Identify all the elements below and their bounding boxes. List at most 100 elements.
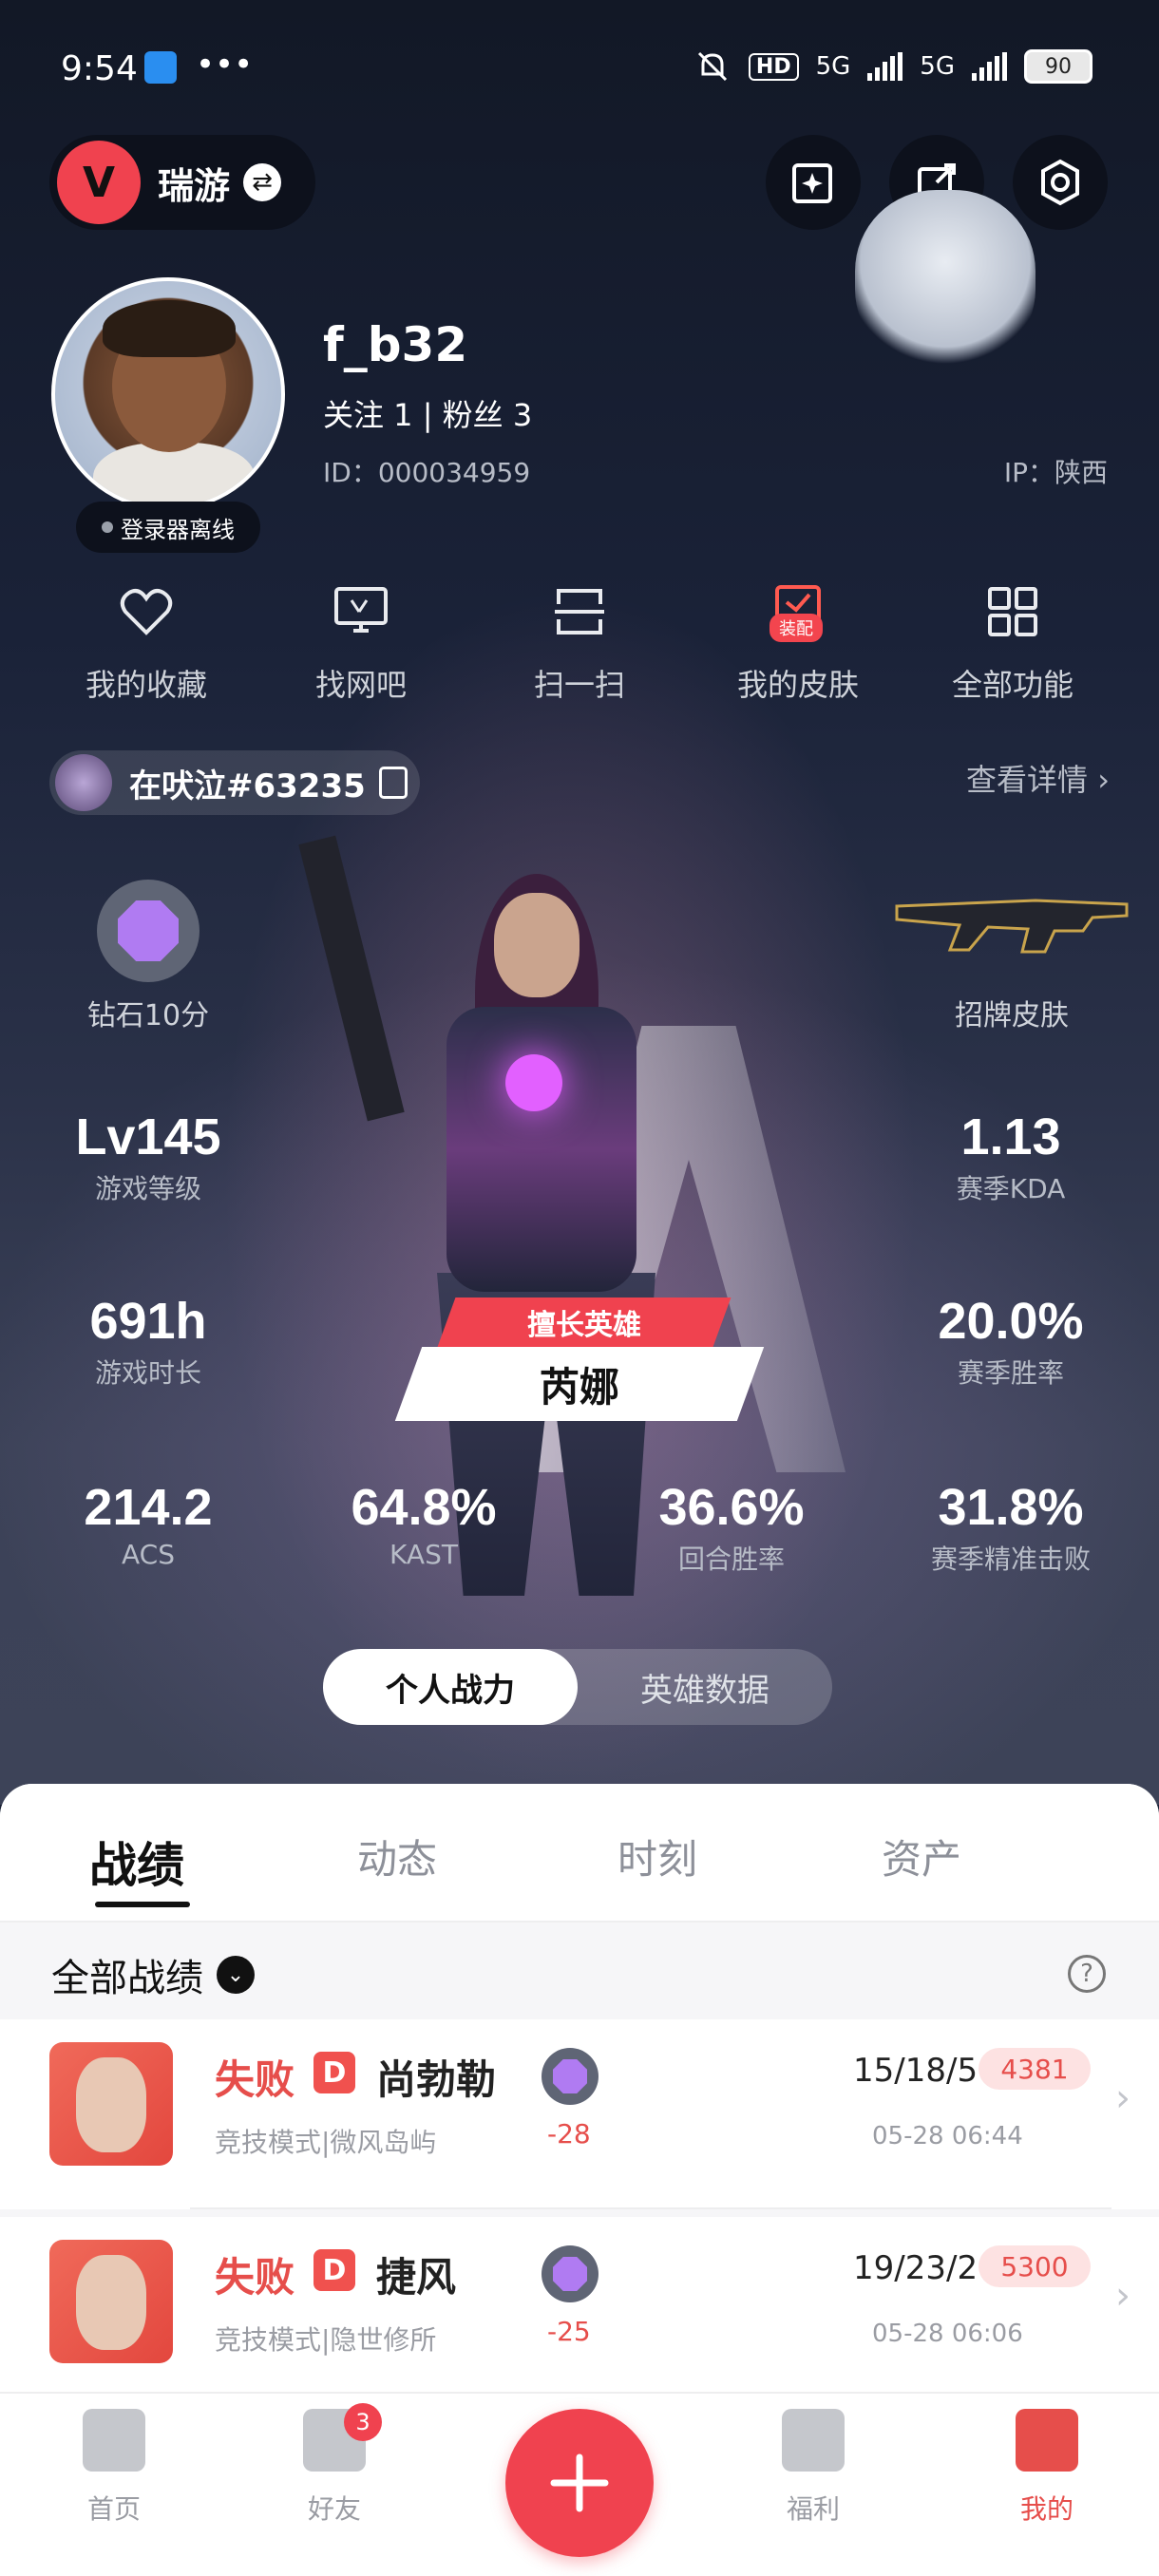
ip-location: IP：陕西: [1003, 457, 1108, 488]
chevron-down-icon: ⌄: [217, 1956, 255, 1994]
nav-label: 我的: [1019, 2493, 1074, 2525]
tab-moments[interactable]: 时刻: [618, 1828, 697, 1885]
battery-icon: 90: [1024, 49, 1092, 84]
nav-friends[interactable]: 3 好友: [258, 2403, 410, 2527]
stat-level: Lv145 游戏等级: [25, 1108, 272, 1206]
tab-activity[interactable]: 动态: [357, 1828, 437, 1885]
match-kda: 15/18/5: [853, 2052, 978, 2090]
stat-value: 691h: [89, 1293, 207, 1350]
quick-action-scan[interactable]: 扫一扫: [475, 583, 684, 705]
match-score: 5300: [978, 2245, 1091, 2287]
create-post-button[interactable]: [505, 2409, 654, 2557]
match-mode-map: 竞技模式|隐世修所: [215, 2324, 437, 2356]
quick-action-my-skins[interactable]: 装配 我的皮肤: [694, 583, 902, 705]
gift-icon: [782, 2409, 845, 2472]
quick-action-all-features[interactable]: 全部功能: [908, 583, 1117, 705]
quick-action-label: 我的收藏: [85, 667, 207, 703]
riot-account-pill[interactable]: 在吠泣#63235: [49, 750, 420, 815]
rank-icon: [542, 2245, 598, 2302]
featured-skin-label: 招牌皮肤: [955, 999, 1069, 1032]
stat-value: 36.6%: [658, 1479, 805, 1536]
rank-delta: -28: [547, 2118, 591, 2150]
quick-action-find-cafe[interactable]: 找网吧: [256, 583, 466, 705]
stat-label: 赛季精准击败: [930, 1544, 1091, 1575]
chevron-right-icon: ›: [1115, 2274, 1130, 2318]
stat-label: 赛季胜率: [957, 1357, 1064, 1389]
rifle-skin-icon[interactable]: [893, 893, 1130, 956]
skin-icon: 装配: [770, 583, 826, 642]
help-icon[interactable]: ?: [1068, 1955, 1106, 1993]
avatar-hair: [103, 300, 236, 357]
filter-label: 全部战绩: [51, 1957, 203, 2000]
match-time: 05-28 06:44: [872, 2122, 1023, 2150]
nav-home[interactable]: 首页: [38, 2409, 190, 2527]
offline-dot-icon: [102, 521, 113, 533]
equip-badge: 装配: [770, 614, 823, 642]
stat-value: 64.8%: [351, 1479, 497, 1536]
agent-portrait: [49, 2240, 173, 2363]
profile-icon: [1016, 2409, 1078, 2472]
defeat-tag: D: [314, 2052, 355, 2093]
stat-value: 1.13: [960, 1108, 1061, 1165]
nav-mine[interactable]: 我的: [971, 2409, 1123, 2527]
settings-button[interactable]: [1013, 135, 1108, 230]
app-switcher[interactable]: V 瑞游 ⇄: [49, 135, 315, 230]
network-type-2: 5G: [920, 52, 955, 81]
match-agent: 捷风: [376, 2254, 457, 2301]
quick-action-label: 扫一扫: [533, 667, 625, 703]
stats-view-toggle: 个人战力 英雄数据: [323, 1649, 832, 1725]
status-bar: 9:54 ••• HD 5G 5G 90: [0, 0, 1159, 133]
scan-icon: [551, 583, 608, 640]
agent-portrait: [49, 2042, 173, 2166]
quick-action-label: 我的皮肤: [736, 667, 859, 703]
match-time: 05-28 06:06: [872, 2320, 1023, 2348]
quick-action-label: 找网吧: [314, 667, 407, 703]
agent-head: [494, 893, 580, 997]
stat-label: 游戏时长: [94, 1357, 201, 1389]
best-agent-tag-text: 擅长英雄: [527, 1309, 641, 1342]
copy-icon[interactable]: [378, 767, 408, 799]
records-filter[interactable]: 全部战绩 ⌄: [51, 1947, 255, 2002]
agent-rifle: [298, 835, 405, 1122]
best-agent-tag: 擅长英雄: [437, 1297, 732, 1347]
follow-counts[interactable]: 关注 1 | 粉丝 3: [323, 391, 532, 435]
username: f_b32: [323, 317, 468, 372]
home-icon: [83, 2409, 145, 2472]
match-row[interactable]: 失败 D 捷风 竞技模式|隐世修所 -25 19/23/2 5300 05-28…: [0, 2217, 1159, 2407]
rank-badge[interactable]: [97, 880, 200, 982]
toggle-agent-data[interactable]: 英雄数据: [578, 1649, 832, 1725]
match-kda: 19/23/2: [853, 2249, 978, 2287]
rank-label: 钻石10分: [86, 999, 210, 1032]
stat-label: ACS: [122, 1539, 175, 1570]
notification-app-icon: [144, 51, 177, 84]
user-avatar[interactable]: [51, 277, 285, 511]
stat-round-winrate: 36.6% 回合胜率: [608, 1478, 855, 1577]
heart-icon: [118, 583, 175, 640]
tab-assets[interactable]: 资产: [882, 1828, 961, 1885]
grid-icon: [984, 583, 1041, 640]
nav-welfare[interactable]: 福利: [737, 2409, 889, 2527]
ai-spark-button[interactable]: [766, 135, 861, 230]
defeat-tag: D: [314, 2249, 355, 2291]
tab-records[interactable]: 战绩: [89, 1828, 184, 1896]
stat-precise-kill: 31.8% 赛季精准击败: [887, 1478, 1134, 1577]
quick-action-favorites[interactable]: 我的收藏: [42, 583, 251, 705]
diamond-rank-icon: [118, 900, 179, 961]
view-details-link[interactable]: 查看详情 ›: [966, 756, 1110, 800]
match-mode-map: 竞技模式|微风岛屿: [215, 2127, 437, 2158]
best-agent-name-plate[interactable]: 芮娜: [394, 1347, 765, 1421]
user-id: ID：000034959: [323, 457, 531, 488]
match-row[interactable]: 失败 D 尚勃勒 竞技模式|微风岛屿 -28 15/18/5 4381 05-2…: [0, 2019, 1159, 2209]
stat-label: KAST: [390, 1539, 458, 1570]
chevron-right-icon: ›: [1115, 2076, 1130, 2120]
records-tabs: 战绩 动态 时刻 资产: [0, 1784, 1159, 1923]
nav-label: 首页: [86, 2493, 141, 2525]
swap-icon: ⇄: [243, 163, 282, 201]
stat-kda: 1.13 赛季KDA: [887, 1108, 1134, 1206]
gear-icon: [1041, 159, 1079, 206]
match-score: 4381: [978, 2048, 1091, 2090]
stat-value: 20.0%: [938, 1293, 1084, 1350]
friends-badge: 3: [344, 2403, 382, 2441]
toggle-personal-power[interactable]: 个人战力: [323, 1649, 578, 1725]
riot-avatar: [55, 754, 112, 811]
